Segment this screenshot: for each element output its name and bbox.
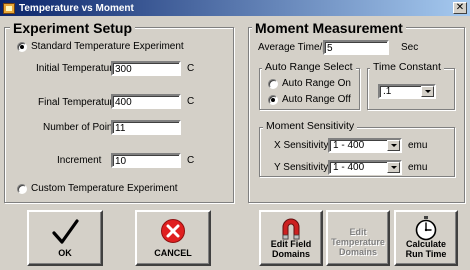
calculate-run-time-label-line1: Calculate (405, 239, 447, 249)
auto-range-on-radio[interactable]: Auto Range On (268, 78, 351, 89)
magnet-icon (282, 218, 300, 240)
ok-button-label: OK (58, 248, 72, 258)
calculate-run-time-label-line2: Run Time (405, 249, 447, 259)
moment-measurement-title: Moment Measurement (252, 20, 406, 36)
ok-button[interactable]: OK (27, 210, 103, 266)
cancel-icon (161, 219, 185, 243)
custom-experiment-radio-dot[interactable] (17, 183, 27, 194)
x-sensitivity-label: X Sensitivity (274, 140, 329, 151)
edit-temperature-domains-label: Edit Temperature Domains (328, 227, 388, 257)
initial-temperature-unit: C (187, 63, 195, 74)
average-time-unit: Sec (401, 42, 419, 53)
final-temperature-label: Final Temperature (38, 97, 119, 108)
close-button[interactable]: ✕ (453, 2, 467, 14)
moment-sensitivity-title: Moment Sensitivity (263, 120, 358, 133)
chevron-down-icon[interactable] (387, 140, 400, 151)
edit-temperature-domains-label-line2: Temperature (331, 237, 385, 247)
number-of-points-input[interactable]: 11 (111, 120, 181, 135)
x-sensitivity-select[interactable]: 1 - 400 (328, 138, 402, 153)
increment-unit: C (187, 155, 195, 166)
average-time-input[interactable]: 5 (323, 40, 389, 55)
chevron-down-icon[interactable] (421, 86, 434, 97)
auto-range-off-dot[interactable] (268, 94, 278, 105)
experiment-setup-title: Experiment Setup (10, 20, 136, 36)
time-constant-value: .1 (383, 86, 392, 97)
stopwatch-icon (415, 216, 437, 241)
edit-field-domains-label-line1: Edit Field (270, 239, 312, 249)
final-temperature-unit: C (187, 96, 195, 107)
experiment-setup-group (4, 27, 234, 203)
initial-temperature-input[interactable]: 300 (111, 61, 181, 76)
y-sensitivity-unit: emu (408, 162, 428, 173)
calculate-run-time-label: Calculate Run Time (396, 239, 456, 259)
increment-input[interactable]: 10 (111, 153, 181, 168)
standard-experiment-radio-dot[interactable] (17, 41, 27, 52)
custom-experiment-radio[interactable]: Custom Temperature Experiment (17, 183, 178, 194)
custom-experiment-label: Custom Temperature Experiment (31, 183, 178, 194)
number-of-points-label: Number of Points (43, 122, 121, 133)
initial-temperature-label: Initial Temperature (36, 63, 119, 74)
edit-field-domains-button[interactable]: Edit Field Domains (259, 210, 323, 266)
chevron-down-icon[interactable] (387, 162, 400, 173)
calculate-run-time-button[interactable]: Calculate Run Time (394, 210, 458, 266)
increment-label: Increment (57, 155, 102, 166)
final-temperature-input[interactable]: 400 (111, 94, 181, 109)
time-constant-select[interactable]: .1 (378, 84, 436, 99)
edit-field-domains-label-line2: Domains (271, 249, 310, 259)
y-sensitivity-value: 1 - 400 (333, 162, 365, 173)
y-sensitivity-label: Y Sensitivity (274, 162, 329, 173)
cancel-button[interactable]: CANCEL (135, 210, 211, 266)
app-icon (3, 2, 15, 14)
auto-range-title: Auto Range Select (262, 61, 356, 74)
x-sensitivity-value: 1 - 400 (333, 140, 365, 151)
edit-temperature-domains-label-line3: Domains (338, 247, 377, 257)
average-time-label: Average Time/pt (258, 42, 331, 53)
auto-range-off-label: Auto Range Off (282, 94, 351, 105)
edit-temperature-domains-button[interactable]: Edit Temperature Domains (326, 210, 390, 266)
cancel-button-label: CANCEL (154, 248, 192, 258)
auto-range-on-dot[interactable] (268, 78, 278, 89)
edit-field-domains-label: Edit Field Domains (261, 239, 321, 259)
auto-range-off-radio[interactable]: Auto Range Off (268, 94, 351, 105)
time-constant-title: Time Constant (370, 61, 444, 74)
standard-experiment-radio[interactable]: Standard Temperature Experiment (17, 41, 184, 52)
checkmark-icon (52, 219, 79, 244)
y-sensitivity-select[interactable]: 1 - 400 (328, 160, 402, 175)
window-title: Temperature vs Moment (19, 2, 134, 14)
x-sensitivity-unit: emu (408, 140, 428, 151)
edit-temperature-domains-label-line1: Edit (349, 227, 367, 237)
standard-experiment-label: Standard Temperature Experiment (31, 41, 184, 52)
auto-range-on-label: Auto Range On (282, 78, 351, 89)
title-bar: Temperature vs Moment ✕ (0, 0, 470, 16)
